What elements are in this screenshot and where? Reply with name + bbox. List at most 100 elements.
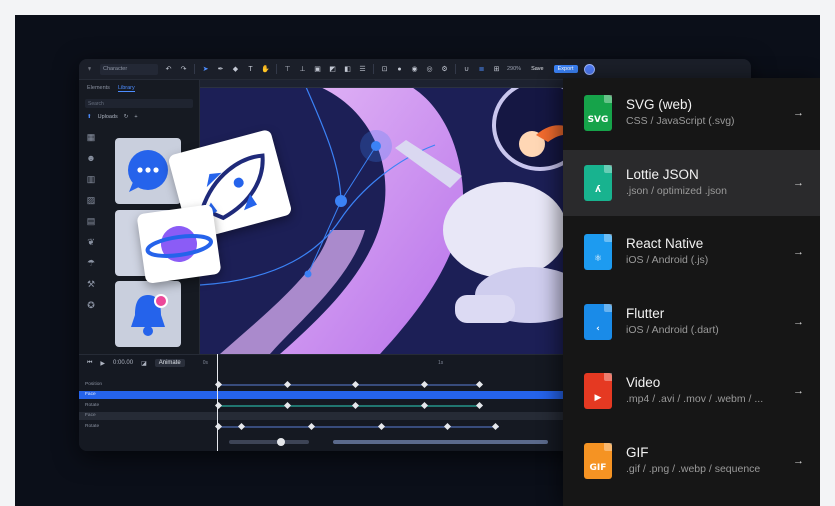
export-option-react-native[interactable]: ⚛ React Native iOS / Android (.js) → <box>563 219 820 285</box>
toolbar-divider <box>276 64 277 74</box>
export-option-flutter[interactable]: ‹ Flutter iOS / Android (.dart) → <box>563 289 820 355</box>
shape-tool-icon[interactable]: ◆ <box>231 65 240 74</box>
export-option-subtitle: iOS / Android (.dart) <box>626 323 719 336</box>
mask-icon[interactable]: ◧ <box>343 65 352 74</box>
align-bottom-icon[interactable]: ⊥ <box>298 65 307 74</box>
svg-file-icon: SVG <box>584 95 612 131</box>
animate-button[interactable]: Animate <box>154 359 185 367</box>
save-button[interactable]: Save <box>527 65 548 73</box>
file-type-glyph: ⚛ <box>593 254 603 264</box>
fill-icon[interactable]: ● <box>395 65 404 74</box>
undo-icon[interactable]: ↶ <box>164 65 173 74</box>
file-type-glyph: ▶ <box>594 393 602 403</box>
track-label: Rotate <box>85 403 100 408</box>
app-frame: ♆ Character ↶ ↷ ➤ ✒ ◆ T ✋ ⊤ ⊥ ▣ ◩ ◧ ☰ ⊡ … <box>15 15 820 506</box>
flutter-file-icon: ‹ <box>584 303 612 340</box>
file-type-glyph: GIF <box>589 462 607 473</box>
weather-category-icon[interactable]: ☂ <box>85 258 97 279</box>
export-option-subtitle: CSS / JavaScript (.svg) <box>626 115 735 127</box>
track-label: Face <box>85 413 96 418</box>
badge-category-icon[interactable]: ✪ <box>85 300 97 321</box>
avatar[interactable] <box>583 63 595 75</box>
settings-icon[interactable]: ⚙ <box>440 65 449 74</box>
grid-icon[interactable]: ≣ <box>477 65 486 74</box>
rewind-icon[interactable]: ⏮ <box>87 360 92 367</box>
group-icon[interactable]: ▣ <box>313 65 322 74</box>
effects-icon[interactable]: ◎ <box>425 65 434 74</box>
export-option-title: SVG (web) <box>626 97 693 112</box>
ruler-mark-start: 0s <box>202 360 209 366</box>
upload-icon[interactable]: ⬆ <box>87 114 92 120</box>
export-option-video[interactable]: ▶ Video .mp4 / .avi / .mov / .webm / ... → <box>563 358 820 424</box>
uploads-row: ⬆ Uploads ↻ + <box>79 114 199 120</box>
arrow-right-icon: → <box>793 385 804 397</box>
export-option-svg-web[interactable]: SVG SVG (web) CSS / JavaScript (.svg) → <box>563 80 820 146</box>
select-tool-icon[interactable]: ➤ <box>201 65 210 74</box>
nature-category-icon[interactable]: ❦ <box>85 237 97 258</box>
file-type-glyph: ‹ <box>596 323 600 334</box>
export-option-text: Video .mp4 / .avi / .mov / .webm / ... <box>626 375 786 405</box>
export-option-title: Video <box>626 375 661 390</box>
bell-icon <box>131 294 168 336</box>
stroke-icon[interactable]: ◉ <box>410 65 419 74</box>
hand-tool-icon[interactable]: ✋ <box>261 65 270 74</box>
export-button[interactable]: Export <box>553 65 578 73</box>
search-input[interactable]: Search <box>85 99 193 108</box>
playhead[interactable] <box>217 354 218 451</box>
export-option-text: Lottie JSON .json / optimized .json <box>626 167 786 197</box>
image-category-icon[interactable]: ▨ <box>85 195 97 216</box>
export-option-text: GIF .gif / .png / .webp / sequence <box>626 445 786 475</box>
asset-bell[interactable] <box>115 281 181 347</box>
sticker-category-icon[interactable]: ▤ <box>85 216 97 237</box>
export-option-lottie-json[interactable]: ʎ Lottie JSON .json / optimized .json → <box>563 149 820 216</box>
frame-icon[interactable]: ⊡ <box>380 65 389 74</box>
arrow-right-icon: → <box>793 107 804 119</box>
redo-icon[interactable]: ↷ <box>179 65 188 74</box>
timecode: 0:00.00 <box>113 360 134 366</box>
file-type-glyph: SVG <box>587 115 609 125</box>
planet-icon <box>145 226 213 262</box>
track-label: Face <box>85 392 96 397</box>
magnet-icon[interactable]: ∪ <box>462 65 471 74</box>
export-option-subtitle: .gif / .png / .webp / sequence <box>626 462 761 475</box>
export-option-text: Flutter iOS / Android (.dart) <box>626 306 786 336</box>
export-option-title: GIF <box>626 444 649 460</box>
react-file-icon: ⚛ <box>584 234 612 270</box>
ruler-mark-1s: 1s <box>438 360 444 366</box>
grid-category-icon[interactable]: ▦ <box>85 132 97 153</box>
screenshot-stage: ♆ Character ↶ ↷ ➤ ✒ ◆ T ✋ ⊤ ⊥ ▣ ◩ ◧ ☰ ⊡ … <box>0 0 835 506</box>
tools-category-icon[interactable]: ⚒ <box>85 279 97 300</box>
text-tool-icon[interactable]: T <box>246 65 255 74</box>
pen-tool-icon[interactable]: ✒ <box>216 65 225 74</box>
chart-category-icon[interactable]: ▥ <box>85 174 97 195</box>
export-option-title: React Native <box>626 236 704 251</box>
add-icon[interactable]: + <box>134 114 137 120</box>
tab-elements[interactable]: Elements <box>87 85 110 92</box>
boolean-icon[interactable]: ◩ <box>328 65 337 74</box>
gif-file-icon: GIF <box>584 442 612 479</box>
file-type-glyph: ʎ <box>595 184 601 195</box>
keyframe-icon[interactable]: ◪ <box>141 360 147 367</box>
fit-icon[interactable]: ⊞ <box>492 65 501 74</box>
play-icon[interactable]: ▶ <box>100 360 105 367</box>
export-option-title: Flutter <box>626 305 665 321</box>
planet-sticker[interactable] <box>136 204 222 284</box>
align-top-icon[interactable]: ⊤ <box>283 65 292 74</box>
project-name-field[interactable]: Character <box>100 63 158 75</box>
arrow-right-icon: → <box>793 246 804 258</box>
refresh-icon[interactable]: ↻ <box>124 114 129 120</box>
export-option-title: Lottie JSON <box>626 166 699 182</box>
tab-library[interactable]: Library <box>117 85 135 92</box>
toolbar-divider <box>194 64 195 74</box>
arrow-right-icon: → <box>793 176 804 189</box>
export-option-text: React Native iOS / Android (.js) <box>626 236 786 266</box>
toolbar-divider <box>373 64 374 74</box>
uploads-label: Uploads <box>97 114 118 120</box>
export-option-gif[interactable]: GIF GIF .gif / .png / .webp / sequence → <box>563 428 820 494</box>
export-format-menu: SVG SVG (web) CSS / JavaScript (.svg) → ʎ Lot… <box>563 78 820 506</box>
zoom-level[interactable]: 290% <box>507 66 521 72</box>
arrow-right-icon: → <box>793 315 804 328</box>
app-menu-icon[interactable]: ♆ <box>85 65 94 74</box>
layers-icon[interactable]: ☰ <box>358 65 367 74</box>
character-category-icon[interactable]: ☻ <box>85 153 97 174</box>
